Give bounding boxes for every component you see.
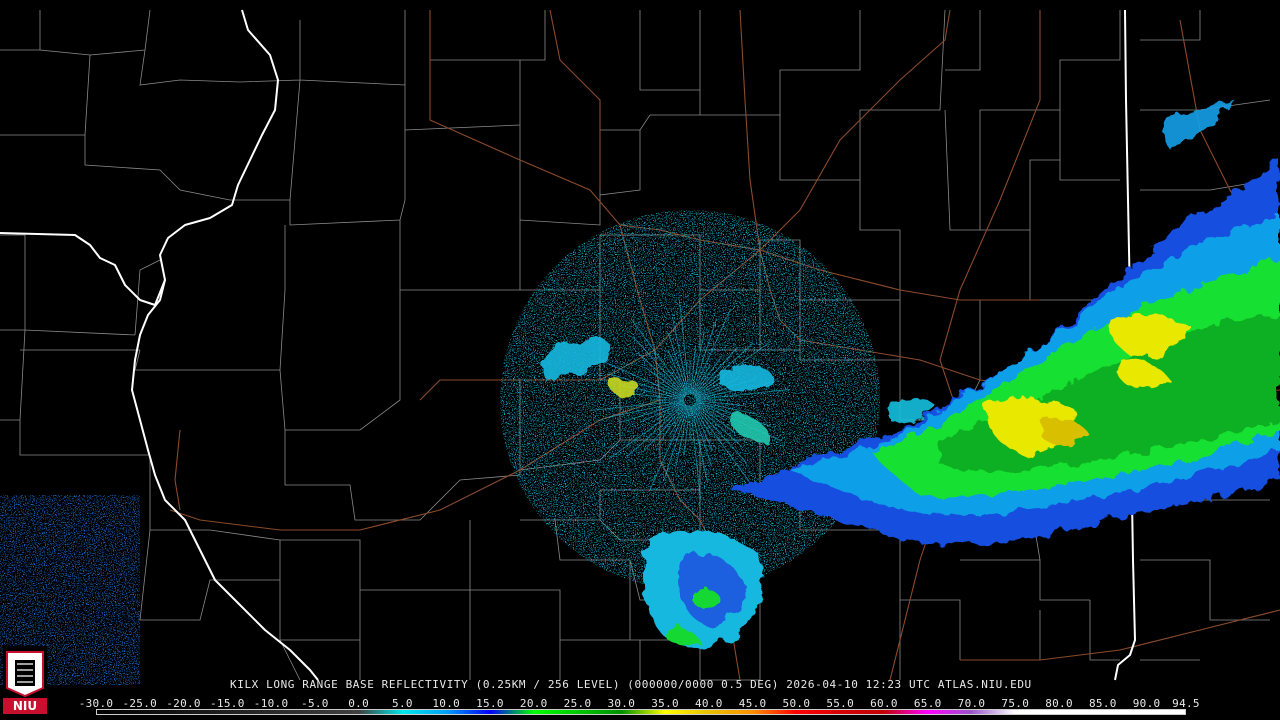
site-url: ATLAS.NIU.EDU <box>937 678 1032 691</box>
product-caption: KILX LONG RANGE BASE REFLECTIVITY (0.25K… <box>230 678 1032 691</box>
volume-info: (000000/0000 0.5 DEG) <box>627 678 779 691</box>
radar-id: KILX <box>230 678 259 691</box>
reflectivity-colorbar <box>96 709 1186 715</box>
product-resolution: (0.25KM / 256 LEVEL) <box>475 678 621 691</box>
product-name: LONG RANGE BASE REFLECTIVITY <box>266 678 469 691</box>
radar-map <box>0 9 1280 716</box>
timestamp: 2026-04-10 12:23 UTC <box>786 678 931 691</box>
colorbar-labels: -30.0 -25.0 -20.0 -15.0 -10.0 -5.0 0.0 5.0 10.0 1… <box>0 697 1280 710</box>
